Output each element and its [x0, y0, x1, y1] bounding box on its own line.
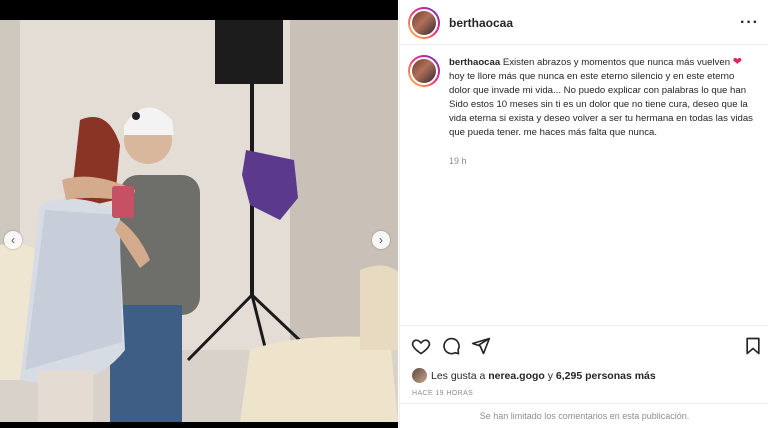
comment-icon[interactable]: [441, 336, 461, 356]
more-icon[interactable]: ···: [740, 14, 759, 32]
likes-count[interactable]: 6,295 personas más: [556, 370, 656, 382]
caption-text-2: hoy te llore más que nunca en este etern…: [449, 71, 753, 138]
caption-text-1: Existen abrazos y momentos que nunca más…: [500, 57, 733, 68]
bookmark-icon[interactable]: [743, 336, 763, 356]
post-caption: berthaocaa Existen abrazos y momentos qu…: [449, 55, 754, 140]
caption-username[interactable]: berthaocaa: [449, 57, 500, 68]
share-icon[interactable]: [471, 336, 491, 356]
author-username[interactable]: berthaocaa: [449, 16, 513, 30]
caption-avatar[interactable]: [408, 55, 440, 87]
likes-mid: y: [544, 370, 556, 382]
post-header: berthaocaa ···: [400, 0, 768, 45]
post-details-panel: berthaocaa ··· berthaocaa Existen abrazo…: [399, 0, 768, 428]
action-bar: [400, 325, 768, 365]
likes-summary: Les gusta a nerea.gogo y 6,295 personas …: [412, 368, 656, 383]
liker-username[interactable]: nerea.gogo: [488, 370, 545, 382]
chevron-left-icon: ‹: [11, 233, 15, 247]
caption-timestamp: 19 h: [449, 156, 467, 166]
comments-limited-notice: Se han limitado los comentarios en esta …: [400, 403, 768, 428]
author-avatar[interactable]: [408, 7, 440, 39]
likes-prefix: Les gusta a: [431, 370, 489, 382]
post-photo-illustration: [0, 20, 398, 422]
chevron-right-icon: ›: [379, 233, 383, 247]
liker-avatar[interactable]: [412, 368, 427, 383]
post-timestamp[interactable]: HACE 19 HORAS: [412, 390, 473, 397]
previous-photo-button[interactable]: ‹: [4, 231, 22, 249]
heart-icon[interactable]: [411, 336, 431, 356]
viewer-top-bar: [0, 0, 398, 20]
heart-emoji: ❤: [732, 56, 742, 68]
viewer-bottom-bar: [0, 422, 398, 428]
post-photo[interactable]: ‹ ›: [0, 20, 398, 422]
next-photo-button[interactable]: ›: [372, 231, 390, 249]
